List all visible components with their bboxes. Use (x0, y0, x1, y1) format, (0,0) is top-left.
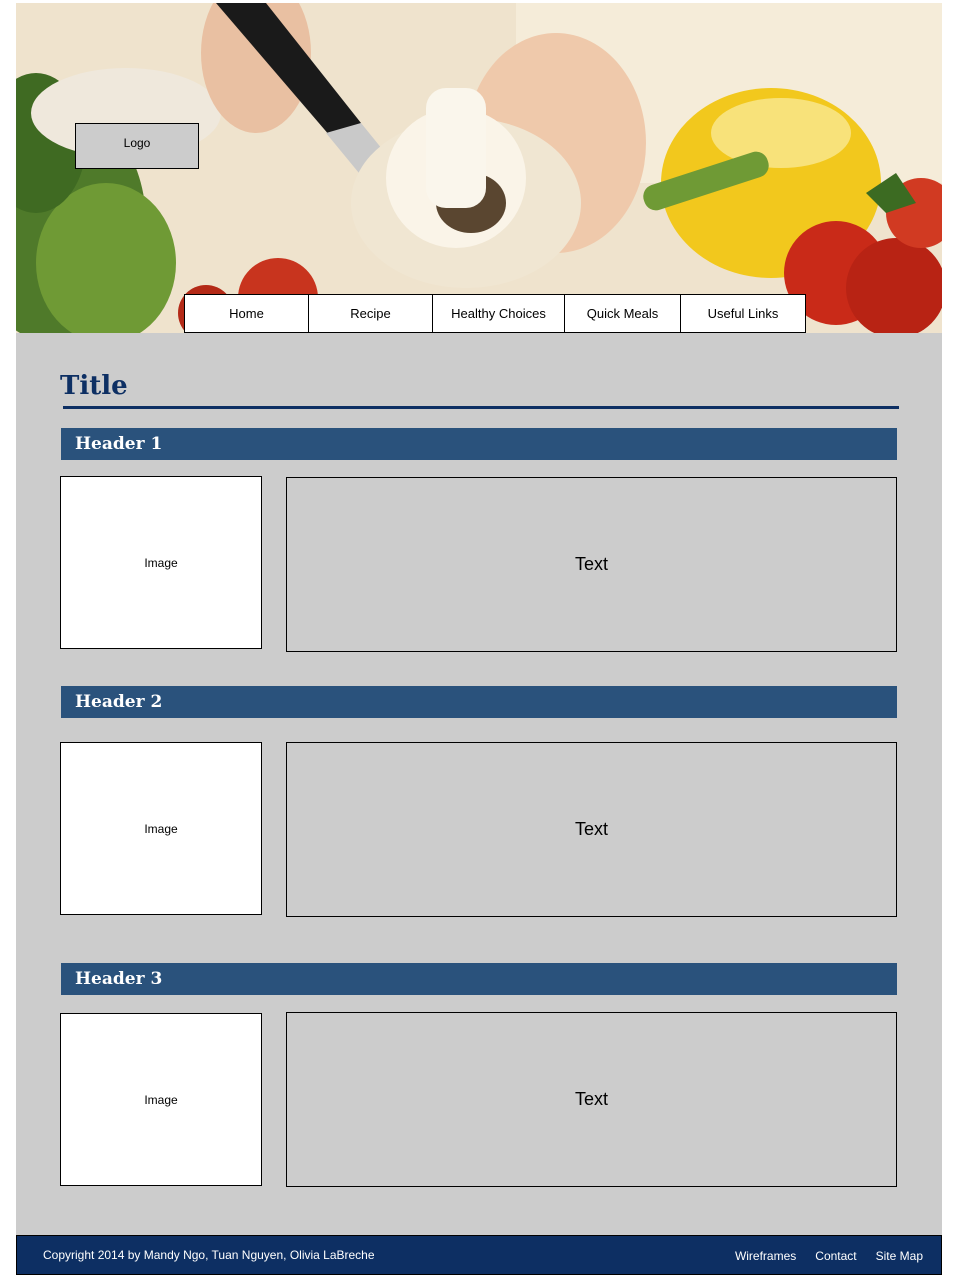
section-header-3: Header 3 (61, 963, 897, 995)
page: Logo Home Recipe Healthy Choices Quick M… (16, 3, 942, 1275)
section-text-2: Text (286, 742, 897, 917)
section-image-3: Image (60, 1013, 262, 1186)
section-header-2: Header 2 (61, 686, 897, 718)
nav-item-healthy-choices[interactable]: Healthy Choices (433, 295, 565, 332)
footer-link-wireframes[interactable]: Wireframes (735, 1249, 796, 1263)
logo[interactable]: Logo (75, 123, 199, 169)
section-header-1: Header 1 (61, 428, 897, 460)
hero-banner: Logo Home Recipe Healthy Choices Quick M… (16, 3, 942, 333)
footer-link-site-map[interactable]: Site Map (876, 1249, 923, 1263)
nav-item-quick-meals[interactable]: Quick Meals (565, 295, 681, 332)
section-text-1: Text (286, 477, 897, 652)
title-divider (63, 406, 899, 409)
section-text-3: Text (286, 1012, 897, 1187)
page-title: Title (60, 371, 128, 401)
nav-item-home[interactable]: Home (185, 295, 309, 332)
section-image-1: Image (60, 476, 262, 649)
section-image-2: Image (60, 742, 262, 915)
nav-item-recipe[interactable]: Recipe (309, 295, 433, 332)
footer-link-contact[interactable]: Contact (815, 1249, 856, 1263)
main-nav: Home Recipe Healthy Choices Quick Meals … (184, 294, 806, 333)
copyright-text: Copyright 2014 by Mandy Ngo, Tuan Nguyen… (43, 1248, 375, 1262)
footer-links: Wireframes Contact Site Map (735, 1249, 923, 1263)
nav-item-useful-links[interactable]: Useful Links (681, 295, 805, 332)
footer: Copyright 2014 by Mandy Ngo, Tuan Nguyen… (16, 1235, 942, 1275)
